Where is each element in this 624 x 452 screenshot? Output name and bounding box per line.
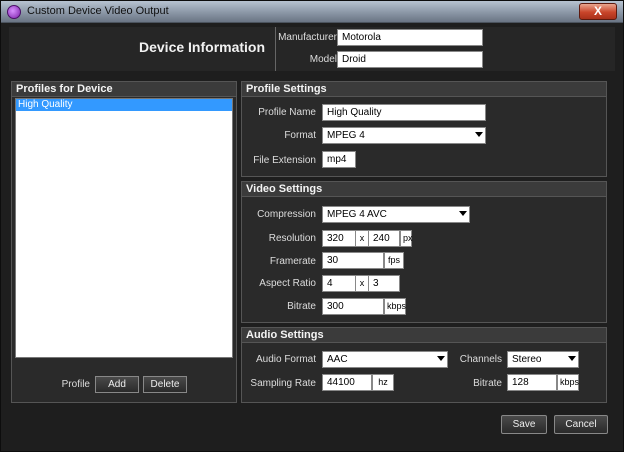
compression-select[interactable]: MPEG 4 AVC (322, 206, 470, 223)
video-bitrate-input[interactable]: 300 (322, 298, 384, 315)
sampling-rate-label: Sampling Rate (250, 378, 316, 389)
profile-settings-panel: Profile Settings Profile Name High Quali… (241, 81, 607, 177)
resolution-separator: x (356, 230, 368, 247)
audio-format-label: Audio Format (255, 354, 316, 365)
resolution-width-input[interactable]: 320 (322, 230, 356, 247)
chevron-down-icon (437, 356, 445, 361)
format-label: Format (284, 130, 316, 141)
close-button[interactable]: X (579, 3, 617, 20)
audio-bitrate-label: Bitrate (473, 378, 502, 389)
audio-bitrate-unit: kbps (557, 374, 579, 391)
save-button[interactable]: Save (501, 415, 547, 434)
resolution-unit: px (400, 230, 413, 247)
sampling-rate-unit: hz (372, 374, 394, 391)
chevron-down-icon (459, 211, 467, 216)
compression-value: MPEG 4 AVC (327, 209, 387, 220)
model-label: Model (309, 54, 337, 65)
audio-settings-panel: Audio Settings Audio Format AAC Channels… (241, 327, 607, 403)
manufacturer-input[interactable]: Motorola (337, 29, 483, 46)
file-extension-label: File Extension (253, 155, 316, 166)
resolution-height-input[interactable]: 240 (368, 230, 400, 247)
profile-list-item[interactable]: High Quality (16, 99, 232, 111)
model-input[interactable]: Droid (337, 51, 483, 68)
video-bitrate-label: Bitrate (287, 301, 316, 312)
device-information-title: Device Information (139, 39, 266, 55)
window-title: Custom Device Video Output (27, 5, 169, 17)
file-extension-input[interactable]: mp4 (322, 151, 356, 168)
framerate-label: Framerate (269, 256, 316, 267)
audio-bitrate-input[interactable]: 128 (507, 374, 557, 391)
format-value: MPEG 4 (327, 130, 365, 141)
audio-format-value: AAC (327, 354, 348, 365)
channels-select[interactable]: Stereo (507, 351, 579, 368)
profiles-panel-title: Profiles for Device (12, 82, 236, 97)
add-profile-button[interactable]: Add (95, 376, 139, 393)
channels-value: Stereo (512, 354, 542, 365)
framerate-unit: fps (384, 252, 404, 269)
app-icon (7, 5, 21, 19)
aspect-height-input[interactable]: 3 (368, 275, 400, 292)
cancel-button[interactable]: Cancel (554, 415, 608, 434)
aspect-width-input[interactable]: 4 (322, 275, 356, 292)
format-select[interactable]: MPEG 4 (322, 127, 486, 144)
chevron-down-icon (475, 132, 483, 137)
custom-device-video-output-window: Custom Device Video Output X Device Info… (0, 0, 624, 452)
profiles-list[interactable]: High Quality (15, 98, 233, 358)
delete-profile-button[interactable]: Delete (143, 376, 187, 393)
profile-label: Profile (61, 379, 90, 390)
channels-label: Channels (459, 354, 502, 365)
profiles-panel: Profiles for Device High Quality Profile… (11, 81, 237, 403)
audio-settings-title: Audio Settings (242, 328, 606, 343)
sampling-rate-input[interactable]: 44100 (322, 374, 372, 391)
framerate-input[interactable]: 30 (322, 252, 384, 269)
aspect-separator: x (356, 275, 368, 292)
manufacturer-label: Manufacturer (278, 32, 337, 43)
compression-label: Compression (257, 209, 316, 220)
video-settings-panel: Video Settings Compression MPEG 4 AVC Re… (241, 181, 607, 323)
title-bar: Custom Device Video Output X (1, 1, 623, 23)
profile-name-label: Profile Name (258, 107, 316, 118)
chevron-down-icon (568, 356, 576, 361)
video-bitrate-unit: kbps (384, 298, 406, 315)
audio-format-select[interactable]: AAC (322, 351, 448, 368)
device-info-header: Device Information Manufacturer Motorola… (9, 27, 615, 71)
aspect-ratio-label: Aspect Ratio (259, 278, 316, 289)
video-settings-title: Video Settings (242, 182, 606, 197)
profile-settings-title: Profile Settings (242, 82, 606, 97)
resolution-label: Resolution (268, 233, 316, 244)
profile-name-input[interactable]: High Quality (322, 104, 486, 121)
